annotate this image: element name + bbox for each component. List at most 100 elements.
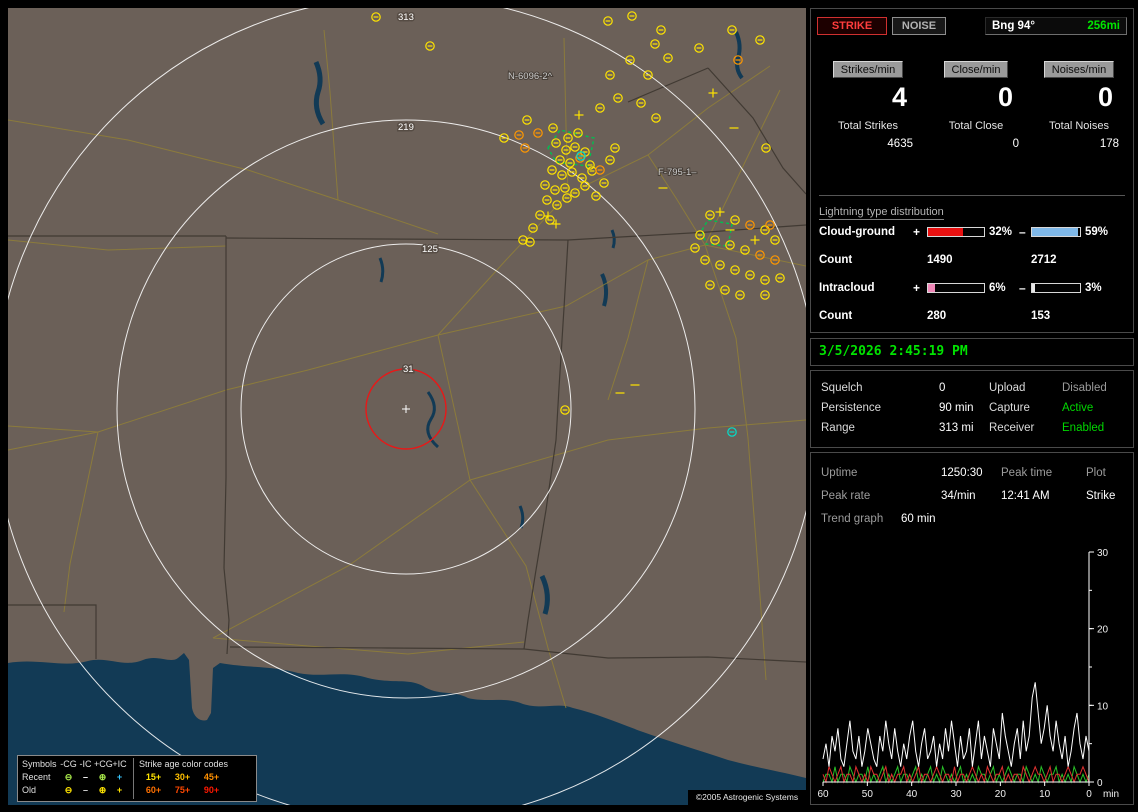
peak-time-label: Peak time <box>1001 466 1053 479</box>
settings-section: Squelch 0 Upload Disabled Persistence 90… <box>810 370 1134 448</box>
lightning-map[interactable]: 313 219 125 31 N-6096-2^ F-795-1– Symbols -CG… <box>8 8 806 805</box>
trend-graph-period: 60 min <box>901 512 936 525</box>
range-value: 313 mi <box>939 422 974 434</box>
squelch-value: 0 <box>939 382 946 394</box>
cloud-ground-label: Cloud-ground <box>819 226 896 238</box>
upload-label: Upload <box>989 382 1026 394</box>
age-code: 45+ <box>203 772 220 782</box>
legend-col-header: -IC <box>79 759 92 769</box>
receiver-label: Receiver <box>989 422 1035 434</box>
age-code: 30+ <box>174 772 191 782</box>
range-ring-label: 125 <box>422 244 438 255</box>
range-ring-label: 31 <box>403 364 414 375</box>
bearing-range-display: Bng 94° 256mi <box>985 16 1127 35</box>
cg-plus-bar-fill <box>928 228 963 236</box>
map-canvas[interactable]: 313 219 125 31 N-6096-2^ F-795-1– <box>8 8 806 805</box>
plus-sign: + <box>913 225 921 239</box>
legend-recent-row: Recent ⊖ – ⊕ + <box>22 771 128 784</box>
section-divider <box>819 195 1125 196</box>
receiver-status: Enabled <box>1062 422 1105 434</box>
settings-row: Persistence 90 min Capture Active <box>821 398 1133 418</box>
ic-minus-count: 153 <box>1031 310 1051 322</box>
trend-graph-row: Trend graph 60 min <box>811 507 1133 530</box>
bearing-value: Bng 94° <box>992 19 1035 32</box>
ic-minus-symbol: – <box>82 785 88 795</box>
capture-label: Capture <box>989 402 1030 414</box>
cg-plus-pct: 32% <box>989 226 1013 238</box>
cg-minus-bar <box>1031 227 1081 237</box>
legend-age-row-old: 60+ 75+ 90+ <box>139 784 252 797</box>
axis-tick-label: 20 <box>995 789 1007 800</box>
legend-col-header: +CG <box>94 759 113 769</box>
range-ring-label: 313 <box>398 12 414 23</box>
distribution-title-text: Lightning type distribution <box>819 206 944 220</box>
axis-tick-label: 10 <box>1097 701 1109 712</box>
distribution-title: Lightning type distribution <box>819 202 944 220</box>
minus-sign: – <box>1019 281 1026 295</box>
strikes-per-min-value: 4 <box>891 82 907 112</box>
axis-tick-label: 0 <box>1097 778 1103 789</box>
cg-plus-bar <box>927 227 985 237</box>
upload-status: Disabled <box>1062 382 1107 394</box>
cg-plus-symbol: ⊕ <box>98 785 107 795</box>
cg-minus-symbol: ⊖ <box>64 772 73 782</box>
station-label: F-795-1– <box>658 167 697 178</box>
axis-tick-label: 20 <box>1097 625 1109 636</box>
trend-graph-label: Trend graph <box>821 512 884 525</box>
strikes-per-min-button[interactable]: Strikes/min <box>832 61 904 78</box>
trend-series-close-min <box>822 764 1090 784</box>
toolbar: STRIKE NOISE Bng 94° 256mi <box>817 16 1127 35</box>
cg-plus-symbol: ⊕ <box>98 772 107 782</box>
squelch-label: Squelch <box>821 382 863 394</box>
legend-old-row: Old ⊖ – ⊕ + <box>22 784 128 797</box>
intracloud-label: Intracloud <box>819 282 875 294</box>
axis-tick-label: 0 <box>1086 789 1092 800</box>
status-row: Uptime 1250:30 Peak time Plot <box>811 461 1133 484</box>
status-row: Peak rate 34/min 12:41 AM Strike <box>811 484 1133 507</box>
legend-col-header: +IC <box>112 759 127 769</box>
legend-age-row-recent: 15+ 30+ 45+ <box>139 771 252 784</box>
total-close-value: 0 <box>1012 138 1019 150</box>
total-strikes-value: 4635 <box>887 138 913 150</box>
age-code: 75+ <box>174 785 191 795</box>
ic-minus-pct: 3% <box>1085 282 1102 294</box>
cg-minus-symbol: ⊖ <box>64 785 73 795</box>
trend-graph: 302010060 50 40 30 20 10 0 min <box>817 548 1119 800</box>
rate-stats: Strikes/min 4 Total Strikes 4635 Close/m… <box>813 61 1129 150</box>
legend-row-label: Old <box>22 785 37 795</box>
peak-rate-value: 34/min <box>941 489 976 502</box>
map-legend: Symbols -CG -IC +CG +IC Recent ⊖ – ⊕ + O… <box>17 755 257 802</box>
legend-symbols-header: Symbols <box>22 759 57 769</box>
noise-button[interactable]: NOISE <box>892 16 946 35</box>
total-close-label: Total Close <box>948 120 1004 132</box>
range-label: Range <box>821 422 855 434</box>
strike-button[interactable]: STRIKE <box>817 16 887 35</box>
settings-row: Squelch 0 Upload Disabled <box>821 378 1133 398</box>
cg-minus-count: 2712 <box>1031 254 1057 266</box>
noises-per-min-button[interactable]: Noises/min <box>1043 61 1115 78</box>
status-trend-section: Uptime 1250:30 Peak time Plot Peak rate … <box>810 452 1134 805</box>
close-per-min-button[interactable]: Close/min <box>943 61 1009 78</box>
age-code: 90+ <box>203 785 220 795</box>
legend-col-header: -CG <box>60 759 77 769</box>
plot-label: Plot <box>1086 466 1106 479</box>
ic-plus-bar <box>927 283 985 293</box>
capture-status: Active <box>1062 402 1094 414</box>
count-label: Count <box>819 254 853 266</box>
age-code: 60+ <box>145 785 162 795</box>
uptime-label: Uptime <box>821 466 858 479</box>
axis-tick-label: 60 <box>817 789 829 800</box>
legend-header-row: Symbols -CG -IC +CG +IC <box>22 758 128 771</box>
close-per-min-value: 0 <box>997 82 1013 112</box>
cloud-ground-count-row: Count 1490 2712 <box>819 253 1057 267</box>
range-readout: 256mi <box>1087 19 1120 32</box>
cg-plus-count: 1490 <box>927 254 953 266</box>
close-column: Close/min 0 Total Close 0 <box>923 61 1029 150</box>
ic-plus-symbol: + <box>116 772 123 782</box>
persistence-label: Persistence <box>821 402 882 414</box>
range-ring-label: 219 <box>398 122 414 133</box>
station-label: N-6096-2^ <box>508 71 553 82</box>
copyright-notice: ©2005 Astrogenic Systems <box>688 790 806 805</box>
cloud-ground-row: Cloud-ground + 32% – 59% <box>819 225 1117 239</box>
ic-plus-bar-fill <box>928 284 936 292</box>
